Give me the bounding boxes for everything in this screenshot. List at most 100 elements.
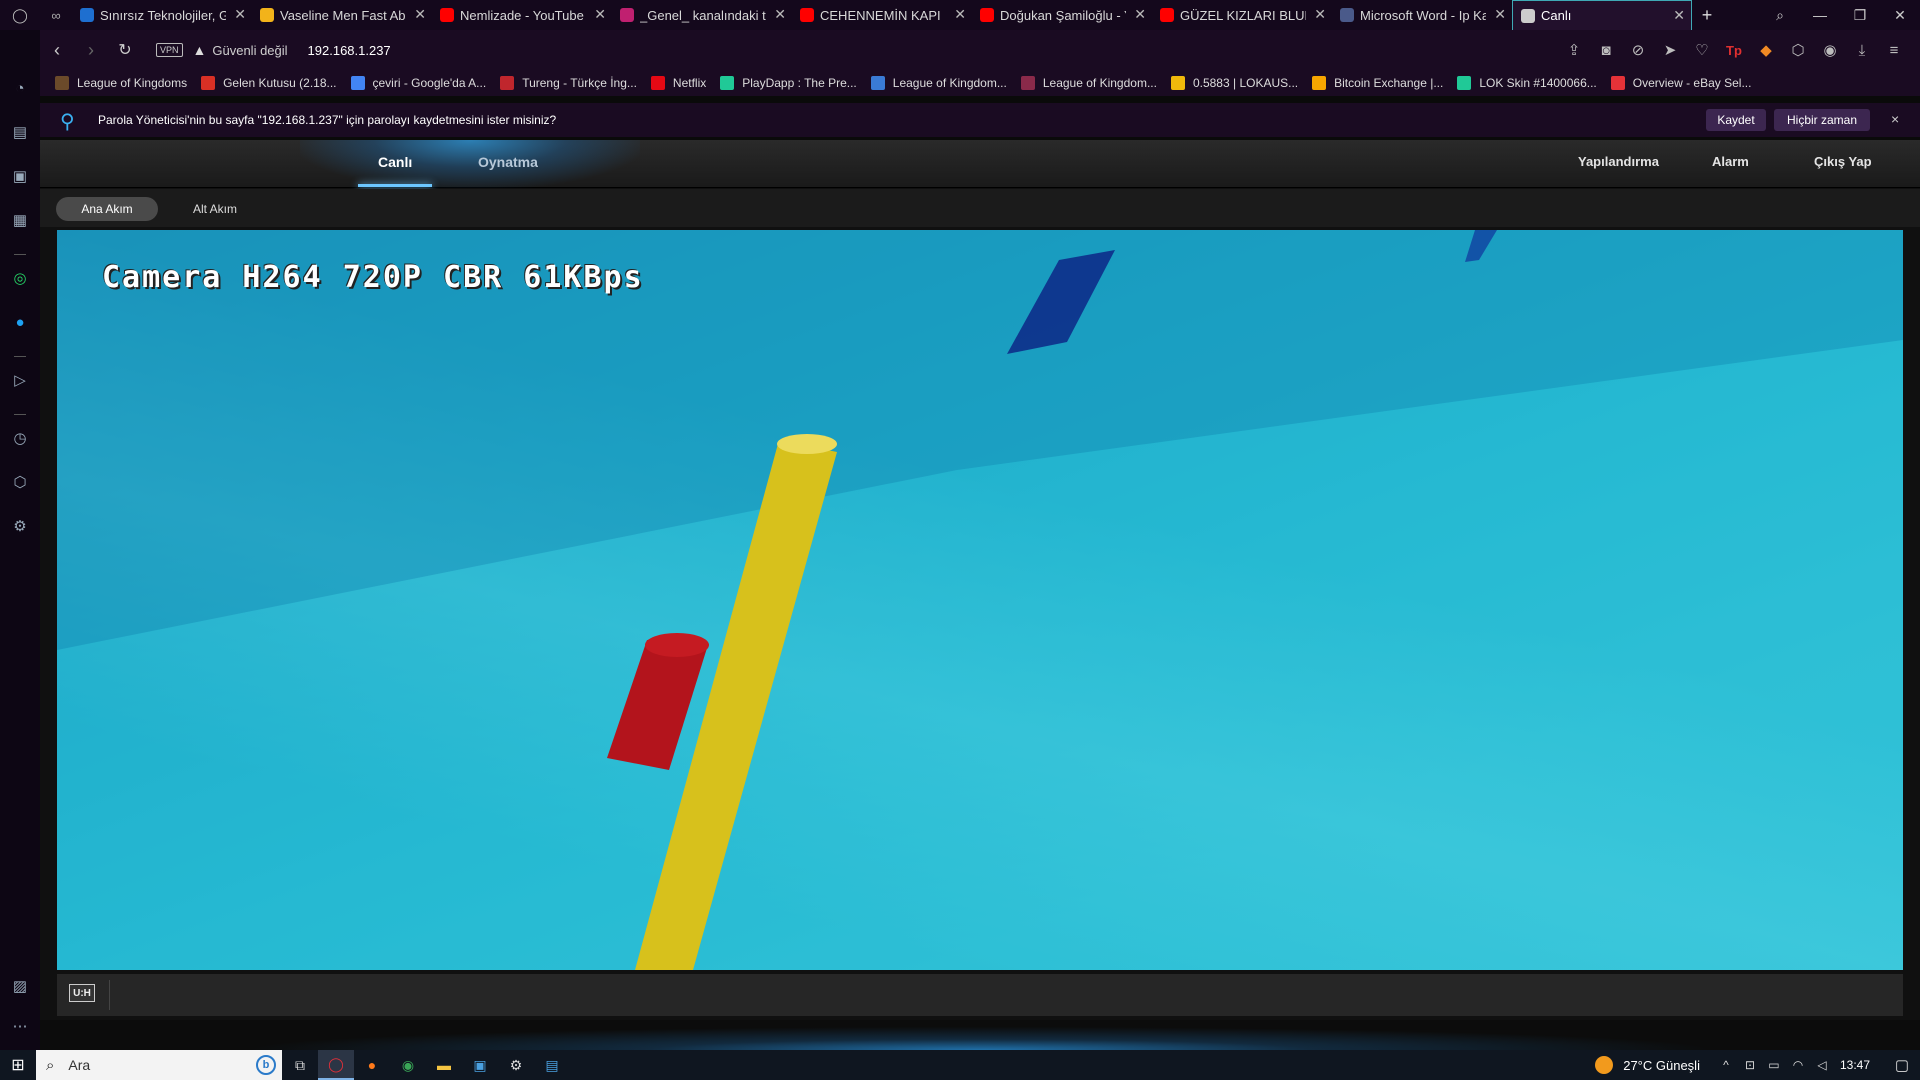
taskbar-search[interactable]: ⌕ Ara b bbox=[36, 1050, 282, 1080]
bookmark-item[interactable]: LOK Skin #1400066... bbox=[1457, 76, 1597, 90]
image-icon[interactable]: ▨ bbox=[9, 976, 31, 998]
close-tab-icon[interactable]: ✕ bbox=[1134, 7, 1146, 21]
snapshot-icon[interactable]: ◙ bbox=[1590, 42, 1622, 59]
browser-tab[interactable]: Doğukan Şamiloğlu - Yo ✕ bbox=[972, 0, 1152, 30]
send-icon[interactable]: ➤ bbox=[1654, 41, 1686, 59]
history-icon[interactable]: ◷ bbox=[9, 428, 31, 450]
notification-icon[interactable]: ▢ bbox=[1884, 1056, 1920, 1074]
twitter-icon[interactable]: ● bbox=[9, 312, 31, 334]
share-icon[interactable]: ⇪ bbox=[1558, 41, 1590, 59]
browser-tab[interactable]: _Genel_ kanalındaki top ✕ bbox=[612, 0, 792, 30]
battery-icon[interactable]: ▭ bbox=[1762, 1058, 1786, 1072]
close-tab-icon[interactable]: ✕ bbox=[1673, 8, 1685, 22]
opera-taskbar-icon[interactable]: ◯ bbox=[318, 1050, 354, 1080]
weather-text[interactable]: 27°C Güneşli bbox=[1623, 1058, 1700, 1073]
extension-tp-icon[interactable]: Tp bbox=[1718, 43, 1750, 58]
volume-icon[interactable]: ◁ bbox=[1810, 1058, 1834, 1072]
cube-icon[interactable]: ⬡ bbox=[1782, 41, 1814, 59]
browser-tab[interactable]: Sınırsız Teknolojiler, Gü ✕ bbox=[72, 0, 252, 30]
bookmark-item[interactable]: PlayDapp : The Pre... bbox=[720, 76, 857, 90]
wifi-icon[interactable]: ◠ bbox=[1786, 1058, 1810, 1072]
main-stream-button[interactable]: Ana Akım bbox=[56, 197, 158, 221]
nav-configuration[interactable]: Yapılandırma bbox=[1578, 154, 1659, 169]
control-panel-icon[interactable]: ▣ bbox=[462, 1050, 498, 1080]
bing-icon[interactable]: b bbox=[256, 1055, 276, 1075]
chevron-up-icon[interactable]: ^ bbox=[1714, 1058, 1738, 1072]
close-tab-icon[interactable]: ✕ bbox=[954, 7, 966, 21]
nav-alarm[interactable]: Alarm bbox=[1712, 154, 1749, 169]
minimize-button[interactable]: — bbox=[1800, 7, 1840, 23]
never-save-button[interactable]: Hiçbir zaman bbox=[1774, 109, 1870, 131]
bookmark-item[interactable]: Gelen Kutusu (2.18... bbox=[201, 76, 337, 90]
vpn-badge[interactable]: VPN bbox=[156, 43, 183, 57]
sub-stream-button[interactable]: Alt Akım bbox=[193, 202, 237, 216]
crypto-wallet-icon[interactable]: ▦ bbox=[9, 210, 31, 232]
close-prompt-button[interactable]: × bbox=[1891, 111, 1899, 127]
save-password-button[interactable]: Kaydet bbox=[1706, 109, 1766, 131]
workspaces-icon[interactable]: ∞ bbox=[40, 8, 72, 23]
close-tab-icon[interactable]: ✕ bbox=[414, 7, 426, 21]
reload-button[interactable]: ↻ bbox=[108, 40, 142, 60]
close-tab-icon[interactable]: ✕ bbox=[1314, 7, 1326, 21]
browser-tab[interactable]: CEHENNEMİN KAPI ✕ bbox=[792, 0, 972, 30]
close-tab-icon[interactable]: ✕ bbox=[1494, 7, 1506, 21]
twitch-icon[interactable]: ▣ bbox=[9, 166, 31, 188]
browser-tab[interactable]: Microsoft Word - Ip Kar ✕ bbox=[1332, 0, 1512, 30]
speed-dial-icon[interactable]: ◔ bbox=[9, 78, 31, 100]
browser-tab[interactable]: GÜZEL KIZLARI BLUETO ✕ bbox=[1152, 0, 1332, 30]
extensions-icon[interactable]: ⬡ bbox=[9, 472, 31, 494]
forward-button[interactable]: › bbox=[74, 40, 108, 61]
bookmark-item[interactable]: Tureng - Türkçe İng... bbox=[500, 76, 637, 90]
close-tab-icon[interactable]: ✕ bbox=[774, 7, 786, 21]
whatsapp-icon[interactable]: ◎ bbox=[9, 268, 31, 290]
browser-tab[interactable]: Vaseline Men Fast Abso ✕ bbox=[252, 0, 432, 30]
back-button[interactable]: ‹ bbox=[40, 40, 74, 61]
restore-button[interactable]: ❐ bbox=[1840, 7, 1880, 24]
metamask-icon[interactable]: ◆ bbox=[1750, 41, 1782, 59]
file-explorer-icon[interactable]: ▬ bbox=[426, 1050, 462, 1080]
clock[interactable]: 13:47 bbox=[1840, 1058, 1870, 1072]
opera-logo-icon[interactable]: ◯ bbox=[0, 0, 40, 30]
task-view-icon[interactable]: ⧉ bbox=[282, 1050, 318, 1080]
bookmark-item[interactable]: Overview - eBay Sel... bbox=[1610, 76, 1751, 90]
weather-sun-icon[interactable] bbox=[1595, 1056, 1614, 1074]
browser-tab[interactable]: Nemlizade - YouTube ✕ bbox=[432, 0, 612, 30]
bookmark-item[interactable]: çeviri - Google'da A... bbox=[350, 76, 486, 90]
bookmark-item[interactable]: League of Kingdom... bbox=[1020, 76, 1157, 90]
bookmark-item[interactable]: 0.5883 | LOKAUS... bbox=[1170, 76, 1298, 90]
firefox-taskbar-icon[interactable]: ● bbox=[354, 1050, 390, 1080]
settings-icon[interactable]: ⚙ bbox=[9, 516, 31, 538]
player-icon[interactable]: ▷ bbox=[9, 370, 31, 392]
remote-desktop-icon[interactable]: ▤ bbox=[534, 1050, 570, 1080]
adblock-icon[interactable]: ⊘ bbox=[1622, 41, 1654, 59]
menu-icon[interactable]: ≡ bbox=[1878, 42, 1910, 59]
bookmark-item[interactable]: League of Kingdoms bbox=[55, 76, 187, 90]
close-window-button[interactable]: ✕ bbox=[1880, 7, 1920, 24]
download-icon[interactable]: ⤓ bbox=[1846, 42, 1878, 59]
heart-icon[interactable]: ♡ bbox=[1686, 41, 1718, 59]
bookmark-item[interactable]: League of Kingdom... bbox=[870, 76, 1007, 90]
live-video[interactable]: Camera H264 720P CBR 61KBps bbox=[57, 230, 1903, 970]
settings-taskbar-icon[interactable]: ⚙ bbox=[498, 1050, 534, 1080]
nav-logout[interactable]: Çıkış Yap bbox=[1814, 154, 1872, 169]
nav-playback[interactable]: Oynatma bbox=[478, 154, 538, 170]
profile-icon[interactable]: ◉ bbox=[1814, 41, 1846, 59]
search-tabs-icon[interactable]: ⌕ bbox=[1760, 7, 1800, 24]
more-icon[interactable]: ⋯ bbox=[9, 1016, 31, 1038]
url-input[interactable]: 192.168.1.237 bbox=[308, 43, 391, 58]
new-tab-button[interactable]: + bbox=[1692, 5, 1722, 26]
usb-icon[interactable]: ⊡ bbox=[1738, 1058, 1762, 1072]
warning-icon[interactable]: ▲ bbox=[193, 42, 207, 58]
bookmark-item[interactable]: Bitcoin Exchange |... bbox=[1312, 76, 1443, 90]
close-tab-icon[interactable]: ✕ bbox=[234, 7, 246, 21]
close-tab-icon[interactable]: ✕ bbox=[594, 7, 606, 21]
chrome-taskbar-icon[interactable]: ◉ bbox=[390, 1050, 426, 1080]
search-input[interactable]: Ara bbox=[68, 1057, 256, 1073]
shopping-icon[interactable]: ▤ bbox=[9, 122, 31, 144]
windows-start-icon[interactable]: ⊞ bbox=[0, 1055, 36, 1075]
nav-live[interactable]: Canlı bbox=[378, 154, 412, 170]
hd-toggle-button[interactable]: U:H bbox=[69, 984, 95, 1002]
security-status[interactable]: Güvenli değil bbox=[212, 43, 287, 58]
browser-tab[interactable]: Canlı ✕ bbox=[1512, 0, 1692, 30]
bookmark-item[interactable]: Netflix bbox=[650, 76, 706, 90]
